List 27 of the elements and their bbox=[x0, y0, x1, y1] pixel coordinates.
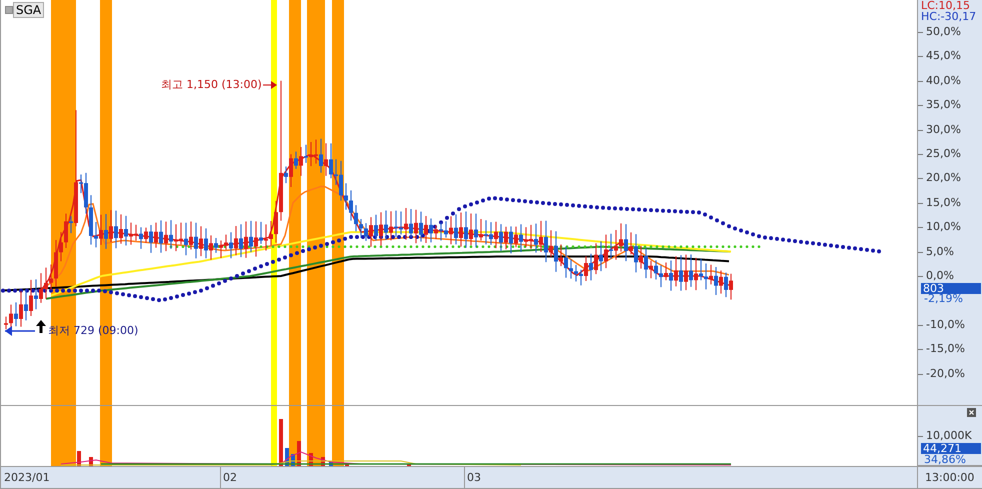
date-label: 02 bbox=[223, 471, 237, 484]
axis-tick-label: -10,0% bbox=[926, 318, 965, 332]
axis-tick-label: 30,0% bbox=[926, 122, 961, 137]
symbol-label: SGA bbox=[13, 2, 44, 18]
axis-label: HC:-30,17 bbox=[921, 11, 976, 22]
axis-tick-label: 40,0% bbox=[926, 74, 961, 88]
axis-tick-label: 5,0% bbox=[926, 244, 954, 259]
volume-change-label: 34,86% bbox=[924, 454, 966, 465]
axis-tick-label: 15,0% bbox=[926, 196, 961, 210]
axis-tick-label: 45,0% bbox=[926, 49, 961, 64]
axis-tick-label: -15,0% bbox=[926, 342, 965, 356]
axis-tick-label: 20,0% bbox=[926, 171, 961, 186]
date-label: 2023/01 bbox=[4, 471, 50, 484]
axis-tick-label: 10,000K bbox=[926, 429, 972, 443]
price-badge: 803 bbox=[921, 283, 981, 294]
price-change-label: -2,19% bbox=[924, 293, 963, 304]
axis-label: LC:10,15 bbox=[921, 0, 970, 11]
date-label: 03 bbox=[467, 471, 481, 484]
axis-tick-label: 35,0% bbox=[926, 98, 961, 112]
axis-tick-label: -20,0% bbox=[926, 366, 965, 381]
axis-tick-label: 10,0% bbox=[926, 220, 961, 234]
axis-tick-label: 50,0% bbox=[926, 25, 961, 39]
volume-badge: 44,271 bbox=[921, 443, 981, 454]
time-label: 13:00:00 bbox=[925, 471, 974, 484]
annotation-label: 최고 1,150 (13:00) bbox=[161, 78, 262, 91]
axis-tick-label: 0,0% bbox=[926, 269, 954, 283]
axis-tick-label: 25,0% bbox=[926, 147, 961, 161]
